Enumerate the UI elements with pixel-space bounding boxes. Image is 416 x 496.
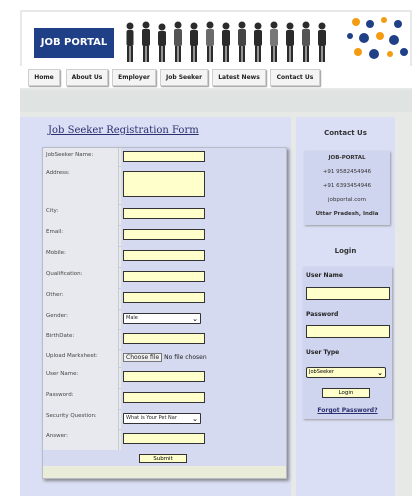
label-mobile: Mobile: bbox=[43, 246, 119, 267]
nav-home[interactable]: Home bbox=[28, 69, 60, 86]
people-banner-image bbox=[126, 21, 326, 62]
row-mobile: Mobile: bbox=[43, 246, 286, 268]
sidebar: Contact Us JOB-PORTAL +91 9582454946 +91… bbox=[296, 117, 395, 496]
row-address: Address: bbox=[43, 166, 286, 205]
address-textarea[interactable] bbox=[123, 171, 205, 197]
login-username-label: User Name bbox=[306, 272, 343, 279]
row-answer: Answer: bbox=[43, 429, 286, 451]
label-birthdate: BirthDate: bbox=[43, 329, 119, 349]
login-username-input[interactable] bbox=[306, 287, 390, 300]
label-security-question: Security Question: bbox=[43, 409, 119, 429]
contact-box: JOB-PORTAL +91 9582454946 +91 6393454946… bbox=[304, 151, 390, 225]
login-password-input[interactable] bbox=[306, 325, 390, 338]
login-box: User Name Password User Type JobSeeker ⌄… bbox=[303, 267, 392, 419]
marksheet-file-input[interactable]: Choose file No file chosen bbox=[123, 353, 207, 362]
city-input[interactable] bbox=[123, 208, 205, 219]
nav-contact-us[interactable]: Contact Us bbox=[270, 69, 320, 86]
label-password: Password: bbox=[43, 388, 119, 409]
registration-form: JobSeeker Name: Address: City: Email: Mo… bbox=[42, 147, 287, 479]
contact-phone-1: +91 9582454946 bbox=[322, 169, 372, 175]
label-city: City: bbox=[43, 204, 119, 225]
qualification-input[interactable] bbox=[123, 271, 205, 282]
label-answer: Answer: bbox=[43, 429, 119, 450]
label-email: Email: bbox=[43, 225, 119, 246]
row-email: Email: bbox=[43, 225, 286, 247]
row-qualification: Qualification: bbox=[43, 267, 286, 289]
user-type-value: JobSeeker bbox=[309, 369, 334, 375]
gender-select[interactable]: Male ⌄ bbox=[123, 313, 201, 324]
submit-button[interactable]: Submit bbox=[139, 454, 187, 463]
row-other: Other: bbox=[43, 288, 286, 310]
site-logo[interactable]: JOB PORTAL bbox=[34, 28, 114, 58]
row-password: Password: bbox=[43, 388, 286, 410]
row-security-question: Security Question: What is Your Pet Nar … bbox=[43, 409, 286, 430]
gender-select-value: Male bbox=[126, 315, 138, 321]
answer-input[interactable] bbox=[123, 433, 205, 444]
birthdate-input[interactable] bbox=[123, 333, 205, 344]
nav-latest-news[interactable]: Latest News bbox=[212, 69, 266, 86]
mobile-input[interactable] bbox=[123, 250, 205, 261]
contact-phone-2: +91 6393454946 bbox=[322, 183, 372, 189]
row-marksheet: Upload Marksheet: Choose file No file ch… bbox=[43, 349, 286, 368]
contact-website: jobportal.com bbox=[327, 197, 367, 203]
label-gender: Gender: bbox=[43, 309, 119, 329]
nav-about-us[interactable]: About Us bbox=[66, 69, 108, 86]
row-birthdate: BirthDate: bbox=[43, 329, 286, 350]
contact-location: Uttar Pradesh, India bbox=[315, 211, 379, 217]
label-name: JobSeeker Name: bbox=[43, 148, 119, 166]
email-input[interactable] bbox=[123, 229, 205, 240]
user-type-label: User Type bbox=[306, 349, 340, 356]
label-marksheet: Upload Marksheet: bbox=[43, 349, 119, 367]
row-city: City: bbox=[43, 204, 286, 226]
chevron-down-icon: ⌄ bbox=[192, 315, 198, 323]
nav-employer[interactable]: Employer bbox=[112, 69, 156, 86]
main-nav: Home About Us Employer Job Seeker Latest… bbox=[20, 66, 412, 88]
chevron-down-icon: ⌄ bbox=[377, 369, 383, 377]
nav-job-seeker[interactable]: Job Seeker bbox=[160, 69, 208, 86]
security-question-value: What is Your Pet Nar bbox=[126, 415, 177, 421]
contact-name: JOB-PORTAL bbox=[328, 155, 366, 161]
password-input[interactable] bbox=[123, 392, 205, 403]
label-username: User Name: bbox=[43, 367, 119, 388]
form-title: Job Seeker Registration Form bbox=[48, 125, 199, 136]
contact-title: Contact Us bbox=[324, 129, 367, 137]
username-input[interactable] bbox=[123, 371, 205, 382]
row-name: JobSeeker Name: bbox=[43, 148, 286, 167]
header-banner: JOB PORTAL bbox=[22, 12, 410, 66]
chevron-down-icon: ⌄ bbox=[192, 415, 198, 423]
registration-panel: Job Seeker Registration Form JobSeeker N… bbox=[20, 117, 291, 496]
forgot-password-link[interactable]: Forgot Password? bbox=[303, 407, 392, 414]
row-gender: Gender: Male ⌄ bbox=[43, 309, 286, 330]
other-input[interactable] bbox=[123, 292, 205, 303]
user-type-select[interactable]: JobSeeker ⌄ bbox=[306, 367, 386, 378]
label-qualification: Qualification: bbox=[43, 267, 119, 288]
nav-underband bbox=[20, 90, 412, 112]
login-password-label: Password bbox=[306, 311, 339, 318]
choose-file-button[interactable]: Choose file bbox=[123, 353, 163, 362]
row-username: User Name: bbox=[43, 367, 286, 389]
row-submit: Submit bbox=[43, 450, 286, 466]
security-question-select[interactable]: What is Your Pet Nar ⌄ bbox=[123, 413, 201, 424]
decorative-dots-image bbox=[347, 17, 408, 59]
name-input[interactable] bbox=[123, 151, 205, 162]
label-other: Other: bbox=[43, 288, 119, 309]
login-button[interactable]: Login bbox=[322, 388, 370, 398]
login-title: Login bbox=[334, 247, 357, 255]
label-address: Address: bbox=[43, 166, 119, 204]
file-status: No file chosen bbox=[164, 354, 207, 361]
page: JOB PORTAL Home About Us Employer Job Se… bbox=[20, 10, 412, 496]
